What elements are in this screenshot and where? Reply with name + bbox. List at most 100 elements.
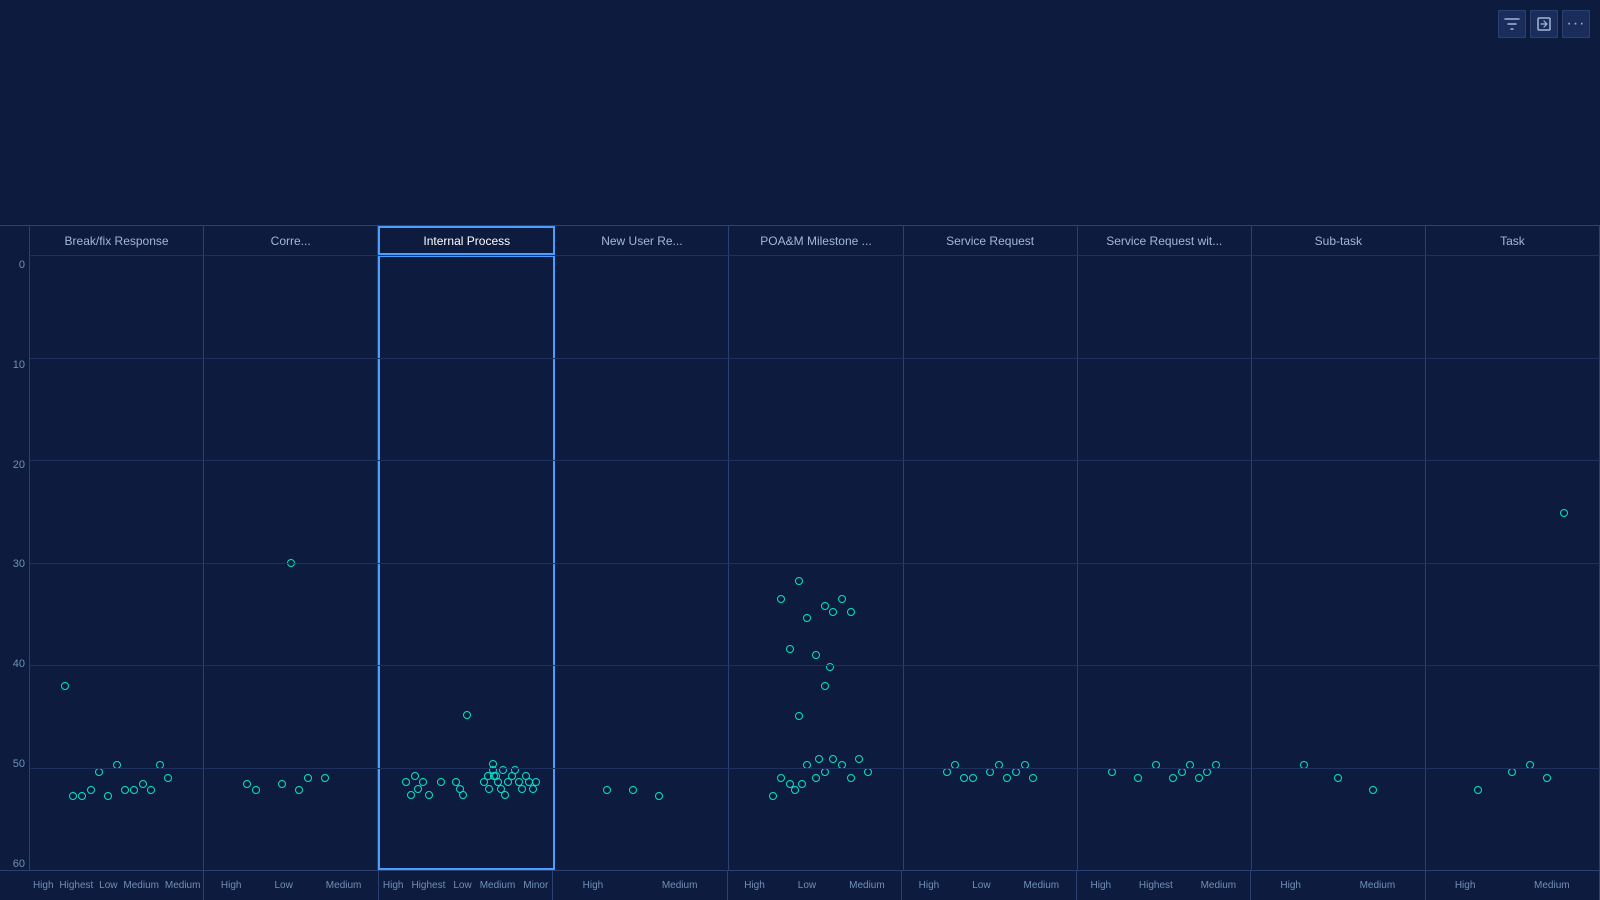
data-dot — [139, 780, 147, 788]
data-dot — [113, 761, 121, 769]
col-header-service-request-wit[interactable]: Service Request wit... — [1078, 226, 1252, 255]
data-dot — [943, 768, 951, 776]
data-dot — [61, 682, 69, 690]
data-dot — [156, 761, 164, 769]
data-dot — [1203, 768, 1211, 776]
columns-container — [30, 255, 1600, 870]
data-dot — [969, 774, 977, 782]
col-header-break-fix[interactable]: Break/fix Response — [30, 226, 204, 255]
x-label: Highest — [1139, 880, 1173, 891]
data-dot — [795, 577, 803, 585]
x-label: Minor — [523, 880, 548, 891]
data-dot — [1334, 774, 1342, 782]
data-dot — [1186, 761, 1194, 769]
data-dot — [786, 645, 794, 653]
data-dot — [829, 608, 837, 616]
x-label: High — [33, 880, 54, 891]
data-dot — [411, 772, 419, 780]
x-label: Medium — [1534, 880, 1570, 891]
data-dot — [960, 774, 968, 782]
x-label: Medium — [165, 880, 201, 891]
col-header-service-request[interactable]: Service Request — [904, 226, 1078, 255]
data-dot — [791, 786, 799, 794]
data-dot — [532, 778, 540, 786]
data-dot — [629, 786, 637, 794]
x-axis-space — [0, 871, 30, 900]
grid-col-service-request — [904, 255, 1078, 870]
data-dot — [407, 791, 415, 799]
data-dot — [821, 682, 829, 690]
x-label: Highest — [59, 880, 93, 891]
x-label: High — [383, 880, 404, 891]
y-tick: 10 — [0, 360, 25, 371]
grid-col-task — [1426, 255, 1600, 870]
data-dot — [1560, 509, 1568, 517]
column-headers: Break/fix ResponseCorre...Internal Proce… — [0, 225, 1600, 255]
grid-col-sub-task — [1252, 255, 1426, 870]
x-label: High — [744, 880, 765, 891]
y-tick: 60 — [0, 859, 25, 870]
data-dot — [501, 791, 509, 799]
data-dot — [95, 768, 103, 776]
y-axis: 6050403020100 — [0, 255, 30, 870]
x-col-labels-corre: HighLowMedium — [204, 871, 378, 900]
col-header-poam[interactable]: POA&M Milestone ... — [729, 226, 903, 255]
x-col-labels-internal-process: HighHighestLowMediumMinor — [379, 871, 553, 900]
filter-button[interactable] — [1498, 10, 1526, 38]
data-dot — [489, 760, 497, 768]
export-button[interactable] — [1530, 10, 1558, 38]
chart-body: 6050403020100 — [0, 255, 1600, 870]
x-label: Low — [798, 880, 816, 891]
col-header-corre[interactable]: Corre... — [204, 226, 378, 255]
data-dot — [130, 786, 138, 794]
x-axis-cols: HighHighestLowMediumMediumHighLowMediumH… — [30, 871, 1600, 900]
col-header-task[interactable]: Task — [1426, 226, 1600, 255]
data-dot — [1300, 761, 1308, 769]
data-dot — [603, 786, 611, 794]
data-dot — [847, 608, 855, 616]
data-dot — [492, 772, 500, 780]
data-dot — [855, 755, 863, 763]
grid-col-internal-process — [378, 255, 555, 870]
data-dot — [838, 595, 846, 603]
col-header-new-user[interactable]: New User Re... — [555, 226, 729, 255]
col-header-internal-process[interactable]: Internal Process — [378, 226, 555, 255]
data-dot — [821, 768, 829, 776]
data-dot — [304, 774, 312, 782]
grid-col-new-user — [555, 255, 729, 870]
grid-col-break-fix — [30, 255, 204, 870]
data-dot — [798, 780, 806, 788]
data-dot — [1195, 774, 1203, 782]
x-label: High — [583, 880, 604, 891]
data-dot — [78, 792, 86, 800]
data-dot — [838, 761, 846, 769]
data-dot — [812, 651, 820, 659]
data-dot — [69, 792, 77, 800]
data-dot — [1169, 774, 1177, 782]
data-dot — [287, 559, 295, 567]
data-dot — [995, 761, 1003, 769]
data-dot — [1021, 761, 1029, 769]
grid-col-service-request-wit — [1078, 255, 1252, 870]
data-dot — [419, 778, 427, 786]
data-dot — [1508, 768, 1516, 776]
data-dot — [518, 785, 526, 793]
x-col-labels-service-request-wit: HighHighestMedium — [1077, 871, 1251, 900]
x-label: High — [1455, 880, 1476, 891]
more-button[interactable]: ··· — [1562, 10, 1590, 38]
x-label: High — [1280, 880, 1301, 891]
data-dot — [829, 755, 837, 763]
data-dot — [795, 712, 803, 720]
data-dot — [1369, 786, 1377, 794]
data-dot — [402, 778, 410, 786]
data-dot — [463, 711, 471, 719]
x-col-labels-new-user: HighMedium — [553, 871, 727, 900]
x-col-labels-poam: HighLowMedium — [728, 871, 902, 900]
data-dot — [812, 774, 820, 782]
x-label: Highest — [411, 880, 445, 891]
data-dot — [295, 786, 303, 794]
x-label: Medium — [326, 880, 362, 891]
data-dot — [1526, 761, 1534, 769]
data-dot — [437, 778, 445, 786]
col-header-sub-task[interactable]: Sub-task — [1252, 226, 1426, 255]
